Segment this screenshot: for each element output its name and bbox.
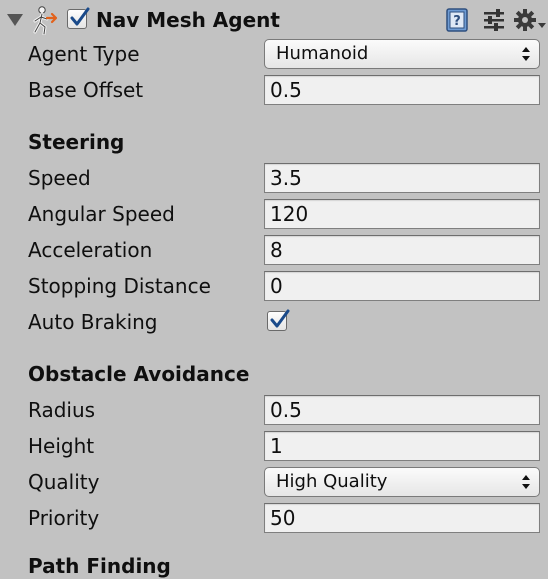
component-enabled-checkbox[interactable] [67, 7, 90, 29]
auto-braking-checkbox[interactable] [267, 309, 290, 331]
foldout-arrow-icon[interactable] [7, 14, 23, 26]
dropdown-arrows-icon [522, 475, 530, 489]
radius-field[interactable]: 0.5 [264, 395, 540, 425]
height-label: Height [28, 434, 95, 458]
radius-label: Radius [28, 398, 96, 422]
stopping-distance-row: Stopping Distance 0 [0, 268, 548, 304]
priority-label: Priority [28, 506, 100, 530]
priority-row: Priority 50 [0, 500, 548, 536]
stopping-distance-label: Stopping Distance [28, 274, 211, 298]
acceleration-row: Acceleration 8 [0, 232, 548, 268]
agent-type-dropdown[interactable]: Humanoid [264, 39, 540, 69]
speed-label: Speed [28, 166, 91, 190]
height-field[interactable]: 1 [264, 431, 540, 461]
acceleration-field[interactable]: 8 [264, 235, 540, 265]
quality-row: Quality High Quality [0, 464, 548, 500]
angular-speed-label: Angular Speed [28, 202, 175, 226]
agent-type-value: Humanoid [276, 43, 369, 64]
agent-type-row: Agent Type Humanoid [0, 36, 548, 72]
obstacle-avoidance-section-title: Obstacle Avoidance [28, 362, 250, 386]
angular-speed-row: Angular Speed 120 [0, 196, 548, 232]
steering-section-title: Steering [28, 130, 125, 154]
height-row: Height 1 [0, 428, 548, 464]
quality-dropdown[interactable]: High Quality [264, 467, 540, 497]
speed-field[interactable]: 3.5 [264, 163, 540, 193]
base-offset-row: Base Offset 0.5 [0, 72, 548, 108]
help-icon[interactable]: ? [445, 7, 471, 33]
presets-icon[interactable] [481, 7, 507, 33]
acceleration-label: Acceleration [28, 238, 153, 262]
auto-braking-label: Auto Braking [28, 310, 158, 334]
stopping-distance-field[interactable]: 0 [264, 271, 540, 301]
agent-type-label: Agent Type [28, 42, 140, 66]
radius-row: Radius 0.5 [0, 392, 548, 428]
dropdown-arrows-icon [522, 47, 530, 61]
priority-field[interactable]: 50 [264, 503, 540, 533]
auto-braking-row: Auto Braking [0, 304, 548, 340]
checkmark-icon [70, 7, 90, 26]
gear-icon[interactable] [513, 7, 548, 33]
path-finding-section-title: Path Finding [28, 554, 171, 578]
speed-row: Speed 3.5 [0, 160, 548, 196]
angular-speed-field[interactable]: 120 [264, 199, 540, 229]
nav-mesh-agent-icon [33, 6, 58, 35]
component-header: Nav Mesh Agent ? [0, 0, 548, 40]
quality-label: Quality [28, 470, 100, 494]
svg-text:?: ? [453, 14, 461, 29]
checkmark-icon [270, 309, 290, 328]
quality-value: High Quality [276, 471, 388, 492]
component-title: Nav Mesh Agent [96, 8, 280, 32]
base-offset-label: Base Offset [28, 78, 144, 102]
base-offset-field[interactable]: 0.5 [264, 75, 540, 105]
